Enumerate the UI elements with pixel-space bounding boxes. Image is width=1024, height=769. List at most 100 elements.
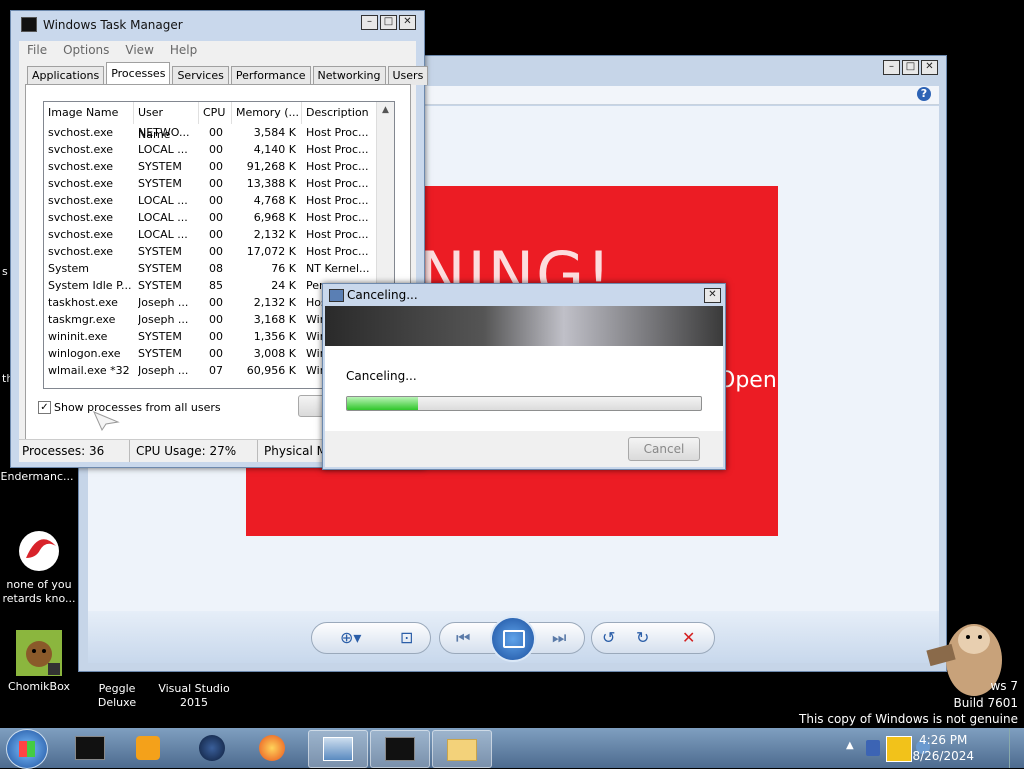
close-icon[interactable]: ✕ [399, 15, 416, 30]
delete-icon[interactable]: ✕ [682, 623, 695, 653]
show-desktop-button[interactable] [1009, 728, 1024, 768]
tray-show-hidden-icon[interactable]: ▲ [846, 740, 854, 751]
dialog-message: Canceling... [346, 369, 417, 383]
watermark-line3: This copy of Windows is not genuine [799, 712, 1018, 726]
table-row[interactable]: svchost.exe SYSTEM 00 91,268 K Host Proc... [44, 158, 377, 175]
column-header-description[interactable]: Description [302, 102, 377, 124]
show-all-checkbox[interactable]: ✓ [38, 401, 51, 414]
table-cell: 00 [209, 296, 223, 309]
table-cell: 00 [209, 160, 223, 173]
close-icon[interactable]: ✕ [704, 288, 721, 303]
minimize-icon[interactable]: – [883, 60, 900, 75]
taskbar-item-task-manager[interactable] [370, 730, 430, 768]
table-cell: 3,008 K [253, 347, 296, 360]
desktop-icon-visual-studio[interactable]: Visual Studio 2015 [157, 682, 231, 710]
desktop-icon-label: ChomikBox [8, 680, 70, 693]
column-header-cpu[interactable]: CPU [199, 102, 232, 124]
table-cell: svchost.exe [48, 245, 114, 258]
menu-options[interactable]: Options [63, 41, 109, 59]
table-row[interactable]: svchost.exe LOCAL ... 00 6,968 K Host Proc..… [44, 209, 377, 226]
tab-processes[interactable]: Processes [106, 62, 171, 85]
close-icon[interactable]: ✕ [921, 60, 938, 75]
zoom-control[interactable]: ⊕▾ ⊡ [311, 622, 431, 654]
maximize-icon[interactable]: □ [380, 15, 397, 30]
task-manager-title: Windows Task Manager [21, 17, 183, 32]
table-row[interactable]: svchost.exe NETWO... 00 3,584 K Host Proc... [44, 124, 377, 141]
table-cell: 60,956 K [246, 364, 296, 377]
folder-icon [447, 739, 477, 761]
taskbar-item-photo-viewer[interactable] [308, 730, 368, 768]
maximize-icon[interactable]: □ [902, 60, 919, 75]
table-cell: 24 K [271, 279, 296, 292]
next-icon[interactable]: ⏭ [552, 623, 566, 653]
menu-view[interactable]: View [125, 41, 153, 59]
viewer-title-buttons: – □ ✕ [883, 60, 938, 75]
table-cell: 6,968 K [253, 211, 296, 224]
table-row[interactable]: svchost.exe SYSTEM 00 13,388 K Host Proc... [44, 175, 377, 192]
taskbar-clock[interactable]: 4:26 PM 8/26/2024 [912, 732, 974, 764]
taskbar-item-globe[interactable] [184, 730, 242, 766]
column-header-image-name[interactable]: Image Name [44, 102, 134, 124]
show-all-processes[interactable]: ✓ Show processes from all users [38, 401, 221, 414]
rotate-left-icon[interactable]: ↺ [602, 623, 615, 653]
slideshow-button[interactable] [490, 616, 536, 662]
table-cell: 91,268 K [246, 160, 296, 173]
previous-icon[interactable]: ⏮ [456, 623, 470, 653]
tm-title-buttons: – □ ✕ [361, 15, 416, 30]
table-row[interactable]: System SYSTEM 08 76 K NT Kernel... [44, 260, 377, 277]
table-cell: SYSTEM [138, 279, 182, 292]
table-row[interactable]: svchost.exe LOCAL ... 00 2,132 K Host Proc..… [44, 226, 377, 243]
taskbar: ▲ 4:26 PM 8/26/2024 [0, 728, 1024, 769]
mouse-pointer-icon [92, 410, 120, 435]
tab-applications[interactable]: Applications [27, 66, 105, 85]
table-cell: Joseph ... [138, 313, 189, 326]
edit-control[interactable]: ↺ ↻ ✕ [591, 622, 715, 654]
table-cell: 00 [209, 347, 223, 360]
table-cell: winlogon.exe [48, 347, 121, 360]
table-row[interactable]: svchost.exe LOCAL ... 00 4,768 K Host Proc..… [44, 192, 377, 209]
table-cell: Host Proc... [306, 228, 369, 241]
photo-viewer-icon [323, 737, 353, 761]
desktop-icon-chomikbox[interactable]: ChomikBox [2, 630, 76, 694]
scroll-up-icon[interactable]: ▲ [377, 102, 394, 119]
clock-date: 8/26/2024 [912, 749, 974, 763]
tab-networking[interactable]: Networking [312, 66, 386, 85]
windows-logo-icon [19, 741, 35, 757]
canceling-dialog[interactable]: Canceling... ✕ Canceling... Cancel [322, 283, 726, 470]
chomikbox-icon [16, 630, 62, 676]
table-cell: 4,140 K [253, 143, 296, 156]
menu-help[interactable]: Help [170, 41, 197, 59]
zoom-icon[interactable]: ⊕▾ [340, 623, 361, 653]
help-icon[interactable]: ? [917, 87, 931, 101]
taskbar-item-explorer[interactable] [432, 730, 492, 768]
tray-action-center-icon[interactable] [886, 736, 912, 762]
tab-users[interactable]: Users [387, 66, 429, 85]
table-row[interactable]: svchost.exe SYSTEM 00 17,072 K Host Proc... [44, 243, 377, 260]
taskbar-item-firefox[interactable] [244, 730, 302, 766]
taskbar-item-media[interactable] [120, 730, 178, 766]
table-cell: LOCAL ... [138, 211, 188, 224]
tab-performance[interactable]: Performance [230, 66, 311, 85]
desktop-icon-peggle-deluxe[interactable]: Peggle Deluxe [80, 682, 154, 710]
table-cell: svchost.exe [48, 160, 114, 173]
globe-icon [199, 735, 225, 761]
tab-services[interactable]: Services [172, 66, 229, 85]
column-header-memory[interactable]: Memory (... [232, 102, 302, 124]
taskbar-item-terminal[interactable] [60, 730, 118, 766]
table-cell: Host Proc... [306, 143, 369, 156]
table-row[interactable]: svchost.exe LOCAL ... 00 4,140 K Host Proc..… [44, 141, 377, 158]
table-cell: 00 [209, 194, 223, 207]
cancel-button[interactable]: Cancel [628, 437, 700, 461]
desktop-icon-none-of-you[interactable]: none of you retards kno... [2, 528, 76, 606]
start-button[interactable] [6, 729, 48, 769]
table-cell: svchost.exe [48, 211, 114, 224]
tray-network-icon[interactable] [866, 740, 880, 756]
column-header-user-name[interactable]: User Name [134, 102, 199, 141]
menu-file[interactable]: File [27, 41, 47, 59]
table-cell: 00 [209, 211, 223, 224]
minimize-icon[interactable]: – [361, 15, 378, 30]
desktop-icon-endermanch[interactable]: Endermanc... [0, 470, 74, 484]
fit-window-icon[interactable]: ⊡ [400, 623, 413, 653]
rotate-right-icon[interactable]: ↻ [636, 623, 649, 653]
clock-time: 4:26 PM [919, 733, 968, 747]
